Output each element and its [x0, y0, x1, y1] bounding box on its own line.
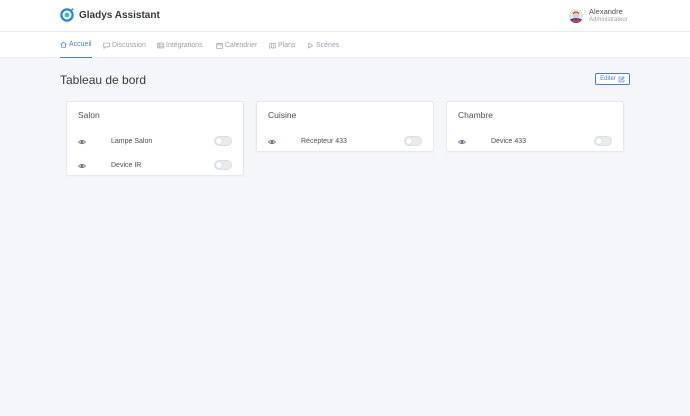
- nav-item-label: Intégrations: [166, 41, 203, 49]
- eye-icon: [78, 163, 86, 169]
- user-role: Administrateur: [589, 17, 628, 23]
- device-toggle[interactable]: [404, 136, 422, 146]
- device-label: Device IR: [111, 162, 142, 169]
- nav-item-integrations[interactable]: Intégrations: [157, 32, 203, 58]
- edit-button-label: Editer: [600, 76, 616, 82]
- room-title: Cuisine: [268, 110, 297, 120]
- home-icon: [60, 41, 67, 48]
- page-title: Tableau de bord: [60, 73, 147, 87]
- main-nav: Accueil Discussion Intégrations Calendri…: [0, 32, 690, 58]
- device-row: Device 433: [447, 135, 623, 149]
- device-toggle[interactable]: [214, 136, 232, 146]
- edit-icon: [618, 75, 625, 82]
- brand[interactable]: Gladys Assistant: [60, 8, 160, 22]
- eye-icon: [268, 139, 276, 145]
- nav-item-label: Accueil: [69, 41, 92, 48]
- nav-item-discussion[interactable]: Discussion: [103, 32, 146, 58]
- user-info: Alexandre Administrateur: [589, 7, 628, 25]
- device-row: Lampe Salon: [67, 135, 243, 149]
- device-toggle[interactable]: [214, 160, 232, 170]
- nav-item-accueil[interactable]: Accueil: [60, 32, 92, 58]
- nav-item-plans[interactable]: Plans: [269, 32, 296, 58]
- message-icon: [103, 42, 110, 49]
- nav-item-label: Calendrier: [225, 41, 258, 49]
- device-row: Device IR: [67, 159, 243, 173]
- avatar[interactable]: [569, 9, 583, 23]
- brand-name: Gladys Assistant: [79, 9, 160, 21]
- device-label: Récepteur 433: [301, 138, 347, 145]
- room-card-cuisine: Cuisine Récepteur 433: [256, 101, 434, 152]
- nav-item-label: Plans: [278, 41, 296, 49]
- grid-icon: [157, 42, 164, 48]
- nav-item-label: Discussion: [112, 41, 146, 49]
- calendar-icon: [216, 42, 223, 49]
- nav-item-calendrier[interactable]: Calendrier: [216, 32, 257, 58]
- user-name: Alexandre: [589, 7, 623, 16]
- edit-dashboard-button[interactable]: Editer: [595, 73, 630, 85]
- device-label: Device 433: [491, 138, 527, 145]
- room-card-chambre: Chambre Device 433: [446, 101, 624, 152]
- map-icon: [269, 42, 276, 49]
- device-label: Lampe Salon: [111, 138, 153, 145]
- user-menu[interactable]: Alexandre Administrateur: [569, 7, 628, 25]
- avatar-image-icon: [569, 9, 583, 23]
- device-row: Récepteur 433: [257, 135, 433, 149]
- eye-icon: [78, 139, 86, 145]
- nav-item-label: Scènes: [316, 41, 340, 49]
- nav-item-scenes[interactable]: Scènes: [307, 32, 339, 58]
- room-title: Salon: [78, 110, 100, 120]
- top-header: Gladys Assistant Alexandre Administrateu…: [0, 0, 690, 32]
- room-card-salon: Salon Lampe Salon Device IR: [66, 101, 244, 176]
- device-toggle[interactable]: [594, 136, 612, 146]
- play-icon: [308, 41, 314, 49]
- gladys-logo-icon: [60, 8, 74, 22]
- room-title: Chambre: [458, 110, 493, 120]
- eye-icon: [458, 139, 466, 145]
